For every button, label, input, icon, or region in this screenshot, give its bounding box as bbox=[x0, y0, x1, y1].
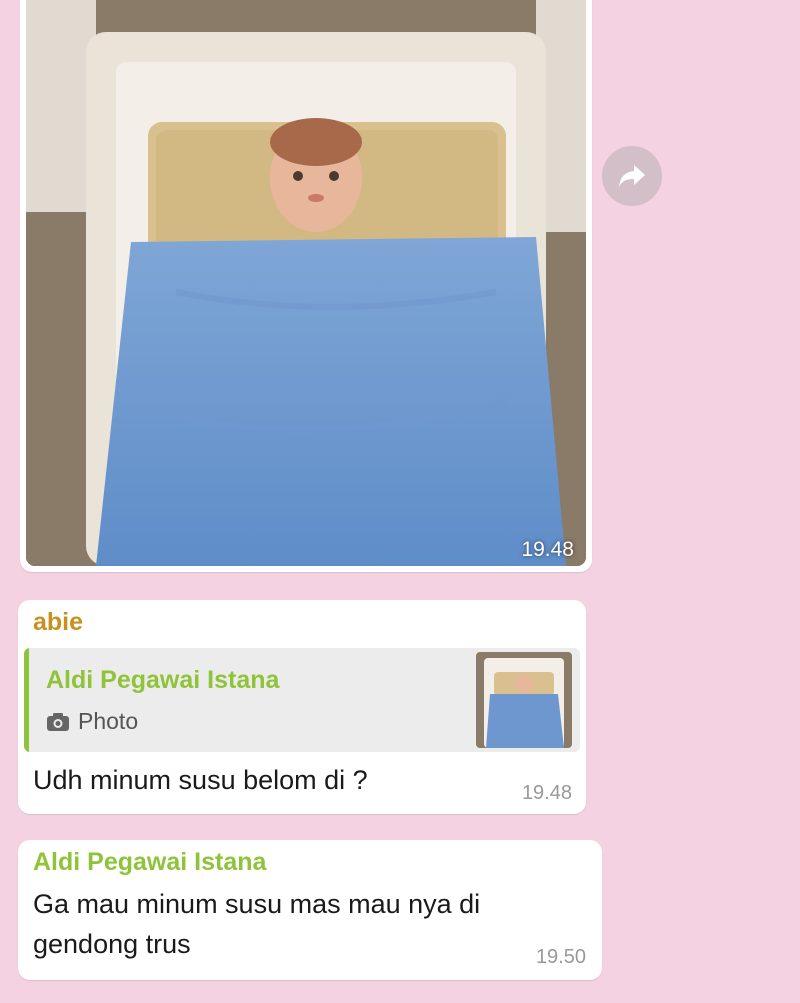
camera-icon bbox=[47, 712, 69, 731]
quoted-sender-name: Aldi Pegawai Istana bbox=[46, 666, 280, 694]
baby-doll-photo bbox=[26, 0, 586, 566]
forward-button[interactable] bbox=[602, 146, 662, 206]
sender-name[interactable]: abie bbox=[33, 608, 83, 637]
reply-message-bubble[interactable]: abie Aldi Pegawai Istana Photo Udh minum… bbox=[18, 600, 586, 814]
photo-timestamp: 19.48 bbox=[521, 538, 574, 561]
text-message-bubble[interactable]: Aldi Pegawai Istana Ga mau minum susu ma… bbox=[18, 840, 602, 980]
quoted-message[interactable]: Aldi Pegawai Istana Photo bbox=[24, 648, 580, 752]
quoted-type: Photo bbox=[46, 708, 138, 735]
message-timestamp: 19.48 bbox=[521, 782, 572, 804]
quote-bar bbox=[24, 648, 29, 752]
photo-image[interactable] bbox=[26, 0, 586, 566]
message-timestamp: 19.50 bbox=[535, 946, 586, 968]
message-text: Udh minum susu belom di ? bbox=[33, 765, 368, 795]
sender-name[interactable]: Aldi Pegawai Istana bbox=[33, 848, 266, 877]
quoted-photo-thumbnail bbox=[476, 652, 572, 748]
quoted-type-label: Photo bbox=[78, 708, 139, 734]
photo-message-bubble[interactable]: 19.48 bbox=[20, 0, 592, 572]
forward-icon bbox=[619, 165, 645, 187]
message-text: Ga mau minum susu mas mau nya di gendong… bbox=[33, 889, 481, 959]
